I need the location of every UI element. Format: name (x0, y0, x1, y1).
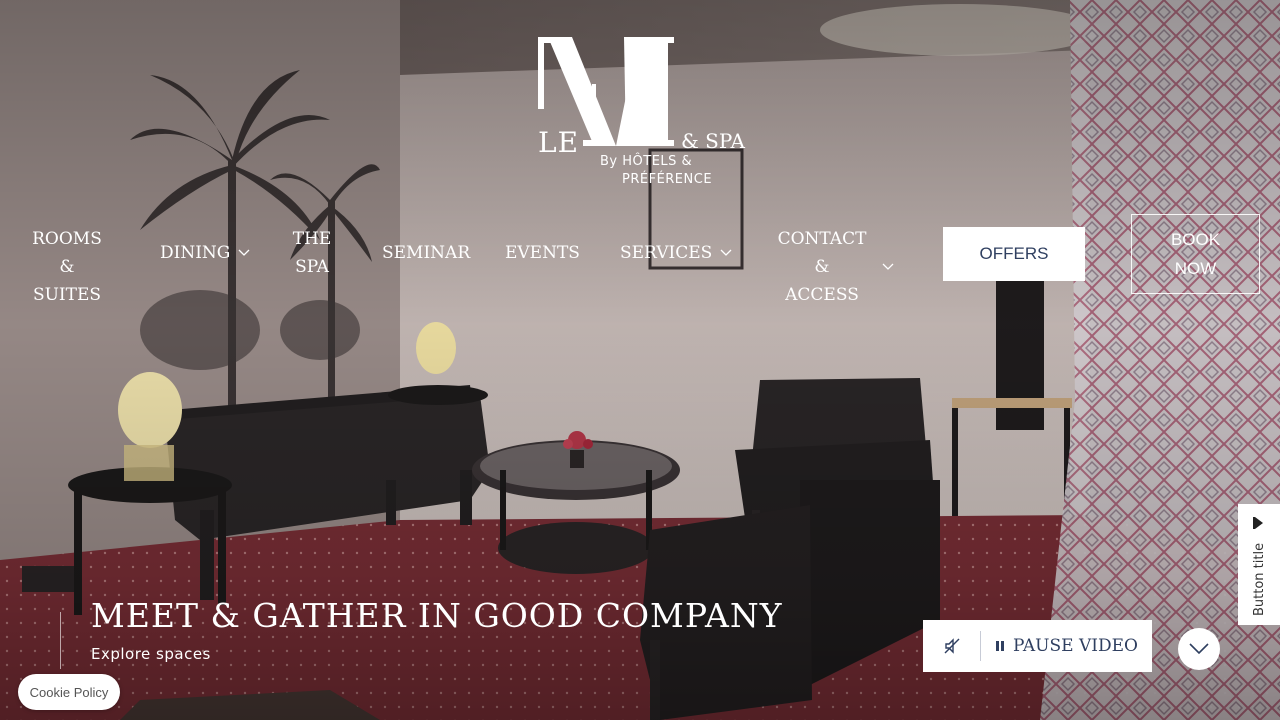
headline-accent-line (60, 612, 61, 669)
nav-rooms-suites[interactable]: ROOMS & SUITES (22, 225, 112, 309)
nav-dining-label: DINING (160, 243, 231, 263)
nav-seminar-label: SEMINAR (382, 243, 471, 263)
chevron-down-icon (720, 249, 732, 256)
logo-le: LE (538, 126, 580, 159)
explore-spaces-link[interactable]: Explore spaces (91, 645, 211, 663)
offers-button[interactable]: OFFERS (943, 227, 1085, 281)
pause-video-label: PAUSE VIDEO (1013, 636, 1138, 656)
side-tab-label: Button title (1252, 542, 1267, 616)
nav-events-label: EVENTS (505, 243, 580, 263)
logo-byline: By HÔTELS & (600, 154, 693, 169)
nav-contact-access-label: CONTACT & ACCESS (777, 229, 867, 305)
pause-video-button[interactable]: PAUSE VIDEO (981, 620, 1152, 672)
nav-services[interactable]: SERVICES (620, 239, 732, 267)
nav-rooms-suites-label: ROOMS & SUITES (32, 229, 102, 305)
hero-headline: MEET & GATHER IN GOOD COMPANY (91, 596, 783, 635)
sound-off-icon (944, 638, 959, 654)
cookie-policy-button[interactable]: Cookie Policy (18, 674, 120, 710)
nav-contact-access[interactable]: CONTACT & ACCESS (770, 225, 894, 309)
pause-icon (996, 641, 1005, 651)
chevron-down-icon (1189, 643, 1209, 655)
scroll-down-button[interactable] (1178, 628, 1220, 670)
hotel-logo[interactable]: LE & SPA By HÔTELS & PRÉFÉRENCE (536, 34, 745, 194)
video-controls: PAUSE VIDEO (923, 620, 1152, 672)
nav-events[interactable]: EVENTS (505, 239, 580, 267)
nav-dining[interactable]: DINING (160, 239, 250, 267)
chevron-down-icon (238, 249, 250, 256)
nav-seminar[interactable]: SEMINAR (382, 239, 470, 267)
nav-the-spa-label: THE SPA (292, 229, 332, 277)
chevron-down-icon (882, 263, 894, 270)
logo-byline-2: PRÉFÉRENCE (622, 172, 713, 187)
nav-the-spa[interactable]: THE SPA (290, 225, 334, 281)
arrow-icon (1253, 517, 1263, 529)
logo-spa: & SPA (681, 129, 745, 153)
nav-services-label: SERVICES (620, 243, 713, 263)
book-now-button[interactable]: BOOK NOW (1131, 214, 1260, 294)
side-tab-button[interactable]: Button title (1238, 504, 1280, 625)
mute-button[interactable] (923, 620, 980, 672)
